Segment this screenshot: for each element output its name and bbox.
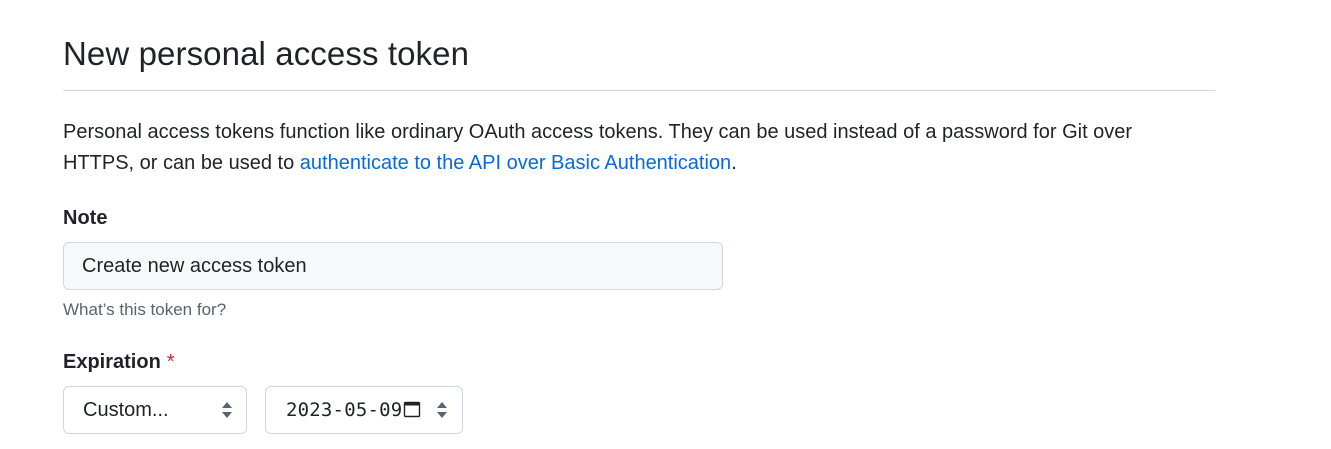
page-header: New personal access token bbox=[63, 28, 1215, 91]
token-description: Personal access tokens function like ord… bbox=[63, 117, 1193, 179]
note-input[interactable] bbox=[63, 242, 723, 290]
date-stepper-icon[interactable] bbox=[436, 400, 448, 420]
basic-auth-link[interactable]: authenticate to the API over Basic Authe… bbox=[300, 152, 731, 174]
note-hint: What’s this token for? bbox=[63, 300, 227, 319]
expiration-select[interactable]: Custom... bbox=[63, 386, 247, 434]
chevron-updown-icon bbox=[222, 402, 232, 418]
note-label: Note bbox=[63, 207, 108, 229]
expiration-label: Expiration * bbox=[63, 349, 175, 375]
page-title: New personal access token bbox=[63, 35, 470, 72]
description-period: . bbox=[731, 152, 737, 174]
required-marker: * bbox=[166, 351, 175, 373]
calendar-icon[interactable] bbox=[402, 399, 422, 419]
personal-access-token-page: New personal access token Personal acces… bbox=[0, 0, 1331, 449]
expiration-label-text: Expiration bbox=[63, 351, 161, 373]
expiration-selected-value: Custom... bbox=[83, 398, 169, 421]
expiration-date-value: 2023-05-09 bbox=[286, 399, 403, 421]
expiration-date-input[interactable]: 2023-05-09 bbox=[265, 386, 463, 434]
